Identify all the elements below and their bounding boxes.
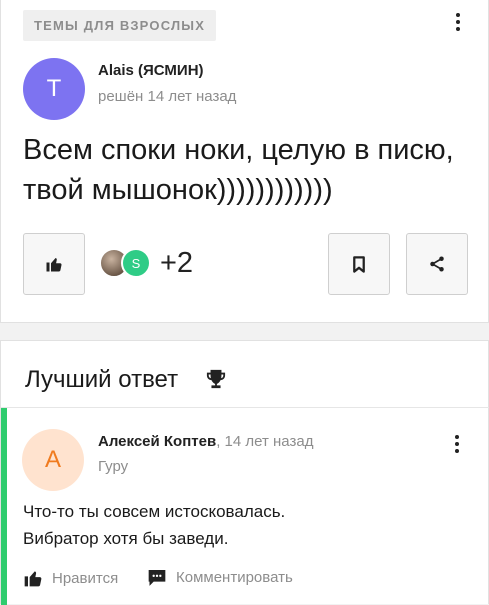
answer-author-line: Алексей Коптев, 14 лет назад	[98, 433, 313, 450]
thumbs-up-icon	[24, 571, 42, 587]
answer-like-button[interactable]: Нравится	[23, 568, 118, 588]
answer-time-separator: ,	[216, 433, 221, 450]
share-icon	[430, 256, 444, 272]
answer-comment-label: Комментировать	[176, 569, 293, 586]
best-answer-body: А Алексей Коптев, 14 лет назад Гуру Что-…	[1, 408, 489, 605]
question-menu-icon[interactable]	[448, 9, 468, 35]
answer-author-rank: Гуру	[98, 458, 129, 475]
share-button[interactable]	[406, 233, 468, 295]
author-name[interactable]: Alais (ЯСМИН)	[98, 62, 204, 79]
answer-text-line: Что-то ты совсем истосковалась.	[23, 502, 286, 521]
answer-menu-icon[interactable]	[447, 431, 467, 457]
follower-avatar-initial: S	[131, 255, 141, 271]
answer-comment-button[interactable]: Комментировать	[147, 568, 293, 587]
thumbs-up-icon	[46, 258, 62, 272]
bookmark-button[interactable]	[328, 233, 390, 295]
question-status: решён 14 лет назад	[98, 88, 237, 105]
question-text: Всем споки ноки, целую в писю, твой мышо…	[23, 134, 454, 206]
followers-count[interactable]: +2	[160, 247, 193, 280]
answer-text-line: Вибратор хотя бы заведи.	[23, 529, 229, 548]
follower-avatar-s[interactable]: S	[121, 248, 151, 278]
best-answer-card: Лучший ответ А Алексей Коптев, 14 лет на…	[0, 340, 489, 605]
category-tag[interactable]: ТЕМЫ ДЛЯ ВЗРОСЛЫХ	[23, 10, 217, 41]
bookmark-icon	[353, 255, 365, 273]
trophy-icon	[206, 369, 226, 389]
answer-author-name[interactable]: Алексей Коптев	[98, 433, 216, 450]
author-avatar[interactable]: T	[23, 58, 85, 120]
author-avatar-initial: T	[46, 75, 62, 102]
like-button[interactable]	[23, 233, 85, 295]
question-card: ТЕМЫ ДЛЯ ВЗРОСЛЫХ T Alais (ЯСМИН) решён …	[0, 0, 489, 323]
answer-like-label: Нравится	[52, 569, 119, 587]
answer-time: 14 лет назад	[224, 433, 314, 450]
answer-author-avatar[interactable]: А	[22, 429, 84, 491]
answer-text: Что-то ты совсем истосковалась. Вибратор…	[23, 498, 453, 552]
answer-author-avatar-initial: А	[44, 446, 61, 473]
comment-icon	[148, 570, 166, 586]
best-answer-title: Лучший ответ	[25, 366, 179, 393]
